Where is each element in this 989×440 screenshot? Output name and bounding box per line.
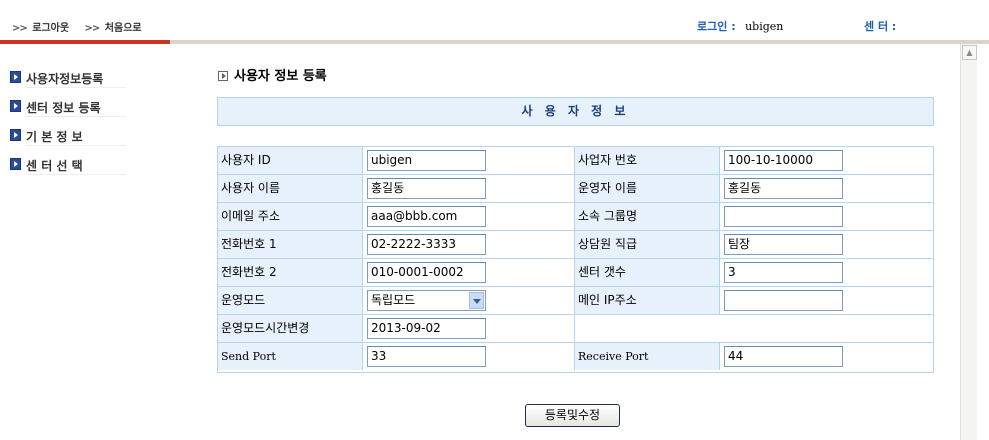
login-label: 로그인 : bbox=[697, 20, 736, 33]
cell-user-name: 홍길동 bbox=[363, 175, 575, 202]
label-group-name: 소속 그룹명 bbox=[575, 203, 720, 230]
section-header: 사 용 자 정 보 bbox=[217, 97, 934, 126]
register-update-button[interactable]: 등록및수정 bbox=[525, 404, 620, 427]
vertical-scrollbar[interactable]: ▲ bbox=[960, 44, 977, 440]
menu-underline bbox=[26, 174, 126, 175]
form-row: 사용자 ID ubigen 사업자 번호 100-10-10000 bbox=[218, 147, 933, 175]
label-mode-time-change: 운영모드시간변경 bbox=[218, 315, 363, 342]
top-links: >> 로그아웃 >> 처음으로 bbox=[12, 19, 154, 34]
top-divider bbox=[170, 40, 989, 44]
double-chevron-icon: >> bbox=[84, 23, 101, 34]
cell-receive-port: 44 bbox=[720, 343, 933, 370]
top-accent-line bbox=[0, 40, 170, 44]
agent-rank-input[interactable]: 팀장 bbox=[724, 234, 843, 255]
scroll-up-icon[interactable]: ▲ bbox=[962, 45, 977, 60]
cell-send-port: 33 bbox=[363, 343, 575, 370]
cell-user-id: ubigen bbox=[363, 147, 575, 174]
arrow-bullet-icon bbox=[10, 71, 21, 83]
label-center-count: 센터 갯수 bbox=[575, 259, 720, 286]
label-operation-mode: 운영모드 bbox=[218, 287, 363, 314]
center-label: 센 터 : bbox=[864, 20, 897, 33]
send-port-input[interactable]: 33 bbox=[367, 346, 486, 367]
menu-underline bbox=[26, 145, 126, 146]
business-number-input[interactable]: 100-10-10000 bbox=[724, 150, 843, 171]
phone-1-input[interactable]: 02-2222-3333 bbox=[367, 234, 486, 255]
logout-link[interactable]: >> 로그아웃 bbox=[12, 23, 69, 34]
label-receive-port: Receive Port bbox=[575, 343, 720, 370]
chevron-down-icon[interactable] bbox=[469, 292, 484, 309]
label-business-number: 사업자 번호 bbox=[575, 147, 720, 174]
cell-phone-2: 010-0001-0002 bbox=[363, 259, 575, 286]
label-phone-2: 전화번호 2 bbox=[218, 259, 363, 286]
label-agent-rank: 상담원 직급 bbox=[575, 231, 720, 258]
label-email: 이메일 주소 bbox=[218, 203, 363, 230]
cell-operation-mode: 독립모드 bbox=[363, 287, 575, 314]
cell-center-count: 3 bbox=[720, 259, 933, 286]
receive-port-input[interactable]: 44 bbox=[724, 346, 843, 367]
arrow-bullet-icon bbox=[10, 158, 21, 170]
cell-business-number: 100-10-10000 bbox=[720, 147, 933, 174]
cell-operator-name: 홍길동 bbox=[720, 175, 933, 202]
login-info: 로그인 : ubigen bbox=[697, 18, 783, 34]
menu-underline bbox=[26, 87, 126, 88]
form-row: 운영모드 독립모드 메인 IP주소 bbox=[218, 287, 933, 315]
form-row: 사용자 이름 홍길동 운영자 이름 홍길동 bbox=[218, 175, 933, 203]
menu-underline bbox=[26, 116, 126, 117]
top-bar: >> 로그아웃 >> 처음으로 로그인 : ubigen 센 터 : bbox=[0, 0, 989, 44]
phone-2-input[interactable]: 010-0001-0002 bbox=[367, 262, 486, 283]
form-row: 전화번호 2 010-0001-0002 센터 갯수 3 bbox=[218, 259, 933, 287]
sidebar-item-center-select[interactable]: 센 터 선 택 bbox=[10, 155, 170, 184]
form-row: 전화번호 1 02-2222-3333 상담원 직급 팀장 bbox=[218, 231, 933, 259]
sidebar-item-center-register[interactable]: 센터 정보 등록 bbox=[10, 97, 170, 126]
cell-group-name bbox=[720, 203, 933, 230]
cell-main-ip bbox=[720, 287, 933, 314]
user-name-input[interactable]: 홍길동 bbox=[367, 178, 486, 199]
operator-name-input[interactable]: 홍길동 bbox=[724, 178, 843, 199]
sidebar-item-basic-info[interactable]: 기 본 정 보 bbox=[10, 126, 170, 155]
cell-mode-time-change: 2013-09-02 bbox=[363, 315, 575, 342]
login-user: ubigen bbox=[745, 20, 784, 33]
form-row: Send Port 33 Receive Port 44 bbox=[218, 343, 933, 371]
arrow-bullet-icon bbox=[10, 100, 21, 112]
cell-email: aaa@bbb.com bbox=[363, 203, 575, 230]
cell-agent-rank: 팀장 bbox=[720, 231, 933, 258]
user-id-input[interactable]: ubigen bbox=[367, 150, 486, 171]
home-link[interactable]: >> 처음으로 bbox=[85, 23, 142, 34]
center-count-input[interactable]: 3 bbox=[724, 262, 843, 283]
form-row: 이메일 주소 aaa@bbb.com 소속 그룹명 bbox=[218, 203, 933, 231]
double-chevron-icon: >> bbox=[12, 23, 28, 34]
form-row: 운영모드시간변경 2013-09-02 bbox=[218, 315, 933, 343]
label-main-ip: 메인 IP주소 bbox=[575, 287, 720, 314]
label-send-port: Send Port bbox=[218, 343, 363, 370]
email-input[interactable]: aaa@bbb.com bbox=[367, 206, 486, 227]
user-info-form: 사용자 ID ubigen 사업자 번호 100-10-10000 사용자 이름… bbox=[217, 146, 934, 373]
mode-time-change-input[interactable]: 2013-09-02 bbox=[367, 318, 486, 339]
main-ip-input[interactable] bbox=[724, 290, 843, 311]
label-user-id: 사용자 ID bbox=[218, 147, 363, 174]
title-arrow-icon bbox=[218, 71, 228, 81]
page-title: 사용자 정보 등록 bbox=[218, 65, 327, 84]
label-phone-1: 전화번호 1 bbox=[218, 231, 363, 258]
operation-mode-select[interactable]: 독립모드 bbox=[367, 290, 486, 311]
cell-phone-1: 02-2222-3333 bbox=[363, 231, 575, 258]
sidebar-menu: 사용자정보등록 센터 정보 등록 기 본 정 보 센 터 선 택 bbox=[10, 68, 170, 184]
label-user-name: 사용자 이름 bbox=[218, 175, 363, 202]
label-operator-name: 운영자 이름 bbox=[575, 175, 720, 202]
operation-mode-value: 독립모드 bbox=[371, 293, 416, 307]
group-name-input[interactable] bbox=[724, 206, 843, 227]
sidebar-item-user-register[interactable]: 사용자정보등록 bbox=[10, 68, 170, 97]
arrow-bullet-icon bbox=[10, 129, 21, 141]
